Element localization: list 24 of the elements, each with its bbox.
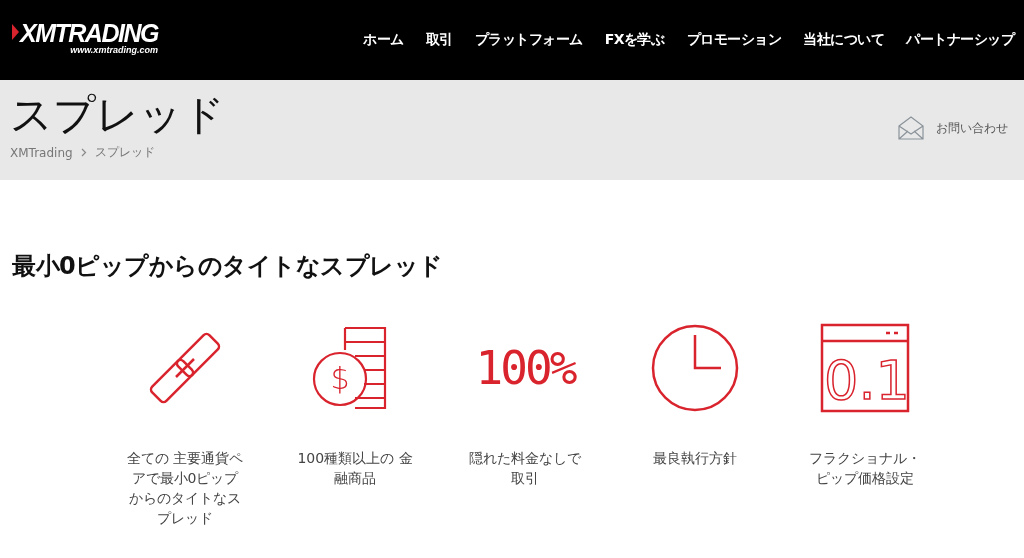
feature-text: 最良執行方針 bbox=[652, 449, 738, 468]
feature-text: フラクショナル・ピップ価格設定 bbox=[808, 449, 922, 488]
logo[interactable]: XMTRADING www.xmtrading.com bbox=[12, 19, 158, 55]
nav-link[interactable]: 当社について bbox=[803, 31, 884, 49]
feature-text: 全ての 主要通貨ペアで最小0ピップからのタイトなスプレッド bbox=[126, 449, 244, 528]
nav-link[interactable]: 取引 bbox=[425, 31, 453, 49]
breadcrumb-item[interactable]: XMTrading bbox=[10, 145, 73, 160]
section-heading: 最小0ピップからのタイトなスプレッド bbox=[12, 251, 444, 282]
clock-icon bbox=[650, 323, 740, 413]
feature-text: 100種類以上の 金融商品 bbox=[296, 449, 414, 488]
envelope-icon bbox=[898, 116, 924, 140]
icon-text: 0.1 bbox=[824, 349, 910, 412]
chevron-icon bbox=[80, 148, 87, 157]
nav-link[interactable]: プロモーション bbox=[686, 31, 781, 49]
contact-link[interactable]: お問い合わせ bbox=[898, 116, 1008, 140]
feature-text: 隠れた料金なしで取引 bbox=[468, 449, 582, 488]
nav-link[interactable]: ホーム bbox=[363, 31, 404, 49]
nav-link[interactable]: パートナーシップ bbox=[906, 31, 1014, 49]
dollar-sign: $ bbox=[330, 361, 350, 396]
nav-link[interactable]: プラットフォーム bbox=[474, 31, 583, 49]
page-title: スプレッド bbox=[10, 92, 225, 138]
nav-link[interactable]: FXを学ぶ bbox=[604, 31, 665, 49]
breadcrumb-item: スプレッド bbox=[94, 144, 155, 161]
percent-text: 100% bbox=[475, 342, 575, 394]
